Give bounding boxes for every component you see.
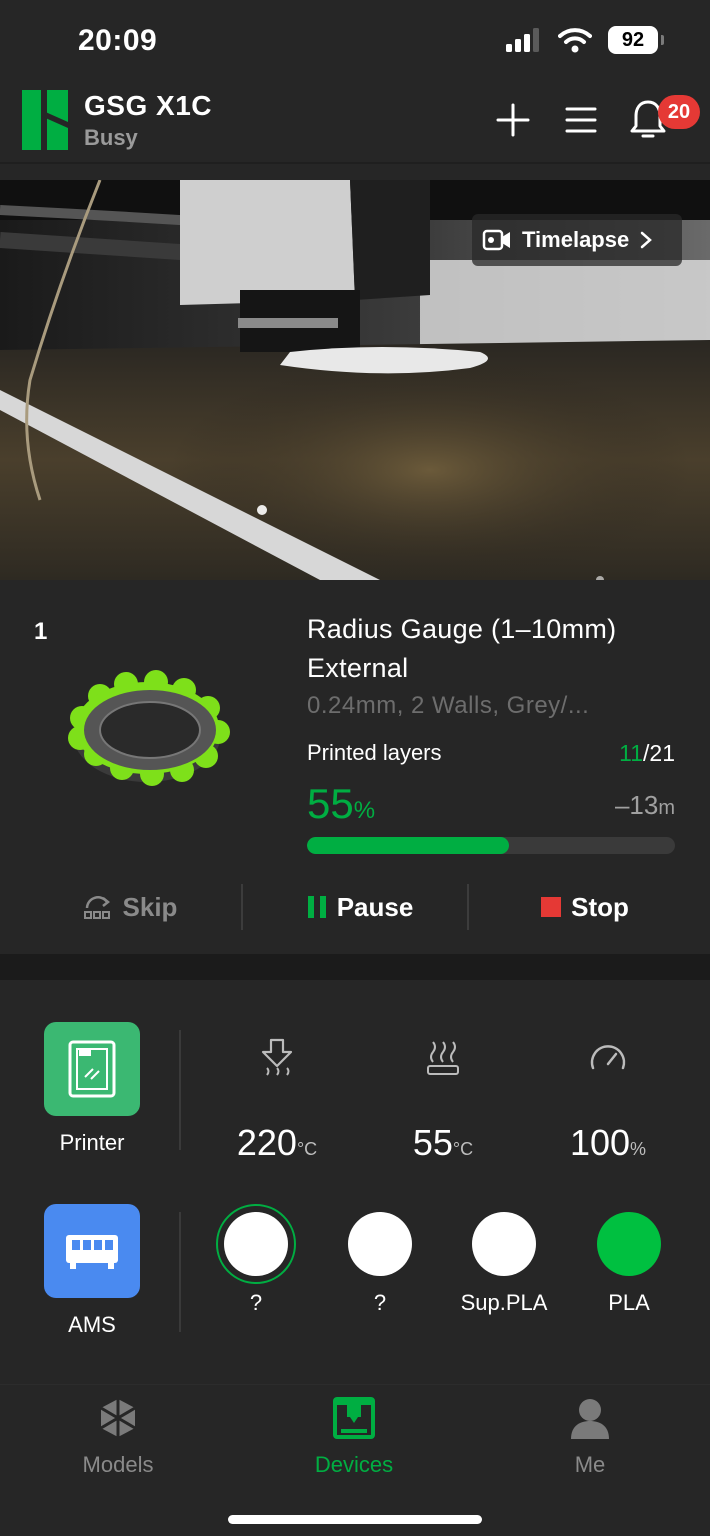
divider [179,1212,181,1332]
speed-unit: % [630,1139,647,1159]
skip-icon [83,896,110,919]
timelapse-button[interactable]: Timelapse [472,214,682,266]
filament-swatch [348,1212,412,1276]
status-bar: 20:09 92 [0,0,710,80]
printer-state: Busy [84,125,138,150]
remaining-value: –13 [614,790,659,820]
ams-slot-1[interactable]: ? [186,1204,326,1316]
bed-temp-icon [427,1041,459,1075]
printer-parts-icon [68,1040,116,1098]
menu-button[interactable] [561,98,601,142]
stop-icon [541,897,562,917]
tab-models[interactable]: Models [38,1395,198,1478]
skip-label: Skip [122,891,178,922]
slot-label: PLA [608,1290,650,1315]
ams-slot-2[interactable]: ? [310,1212,450,1316]
slot-selected-ring [216,1204,296,1284]
skip-button[interactable]: Skip [40,872,220,942]
stop-label: Stop [571,891,629,922]
filament-swatch [472,1212,536,1276]
video-camera-icon [482,229,510,251]
models-icon [100,1399,136,1437]
divider [179,1030,181,1150]
nozzle-temp-number: 220 [236,1122,297,1163]
bottom-nav: Models Devices Me [0,1384,710,1536]
slot-label: ? [373,1290,387,1315]
pause-label: Pause [336,891,414,922]
speed-value: 100% [543,1122,673,1164]
bed-temp-stat[interactable]: 55°C [378,1038,508,1163]
model-thumbnail[interactable] [62,668,232,788]
device-page: 20:09 92 GSG X1C Busy 20 Timelapse 1 Rad… [0,0,710,1536]
speed-gauge-icon [590,1045,626,1070]
ams-tile-label: AMS [68,1312,116,1337]
speed-number: 100 [569,1122,631,1163]
remaining-time: –13m [615,790,675,821]
printer-tile[interactable] [44,1022,140,1116]
printed-layers-label: Printed layers [307,740,442,765]
nozzle-temp-unit: °C [296,1139,318,1159]
pause-icon [307,896,326,918]
plus-icon [496,103,530,137]
bed-temp-unit: °C [452,1139,474,1159]
tab-models-label: Models [82,1452,154,1477]
progress-percent: 55% [307,780,375,828]
device-header: GSG X1C Busy 20 [0,80,710,164]
divider [241,884,243,930]
tab-me-label: Me [574,1452,606,1477]
chevron-right-icon [640,231,653,249]
status-time: 20:09 [78,24,158,57]
printer-name[interactable]: GSG X1C [84,90,212,122]
divider [467,884,469,930]
bambu-logo [22,90,68,150]
filament-swatch [597,1212,661,1276]
remaining-unit: m [658,797,675,819]
ams-slot-4[interactable]: PLA [559,1212,699,1316]
ams-tile[interactable] [44,1204,140,1298]
nozzle-temp-value: 220°C [212,1122,342,1164]
notification-badge: 20 [658,95,700,129]
plate-index: 1 [34,618,48,645]
print-job-card: 1 Radius Gauge (1–10mm) External 0.24mm,… [0,580,710,952]
camera-feed[interactable]: Timelapse [0,180,710,580]
nozzle-temp-icon [261,1038,293,1076]
add-device-button[interactable] [493,98,533,142]
print-controls: Skip Pause Stop [0,872,710,942]
percent-unit: % [353,797,376,824]
printed-layers-value: 11/21 [619,740,675,767]
bed-temp-value: 55°C [378,1122,508,1164]
battery-indicator: 92 [608,26,664,54]
section-divider [0,954,710,980]
pause-button[interactable]: Pause [260,872,460,942]
tab-me[interactable]: Me [510,1395,670,1478]
signal-icon [506,28,539,52]
filament-swatch [224,1212,288,1276]
slot-label: ? [249,1290,263,1315]
speed-stat[interactable]: 100% [543,1038,673,1163]
progress-bar-fill [307,837,510,854]
percent-value: 55 [307,780,354,827]
slot-label: Sup.PLA [460,1290,548,1315]
progress-bar [307,837,675,854]
nozzle-temp-stat[interactable]: 220°C [212,1038,342,1163]
status-icons: 92 [506,26,664,54]
bed-temp-number: 55 [412,1122,453,1163]
job-title: Radius Gauge (1–10mm) External [307,614,617,683]
menu-icon [565,107,597,133]
devices-icon [333,1397,375,1439]
job-settings: 0.24mm, 2 Walls, Grey/... [307,692,590,719]
printer-tile-label: Printer [59,1130,125,1155]
timelapse-label: Timelapse [522,227,630,252]
tab-devices-label: Devices [314,1452,394,1477]
profile-icon [571,1399,609,1439]
wifi-icon [558,28,592,53]
tab-devices[interactable]: Devices [274,1395,434,1478]
device-status-panel: Printer 220°C 55°C 100% AMS ? ? Sup.PLA … [0,980,710,1384]
layers-current: 11 [619,740,644,766]
layers-total: /21 [643,740,675,766]
stop-button[interactable]: Stop [490,872,680,942]
ams-icon [66,1235,118,1269]
home-indicator [228,1515,482,1524]
ams-slot-3[interactable]: Sup.PLA [434,1212,574,1316]
